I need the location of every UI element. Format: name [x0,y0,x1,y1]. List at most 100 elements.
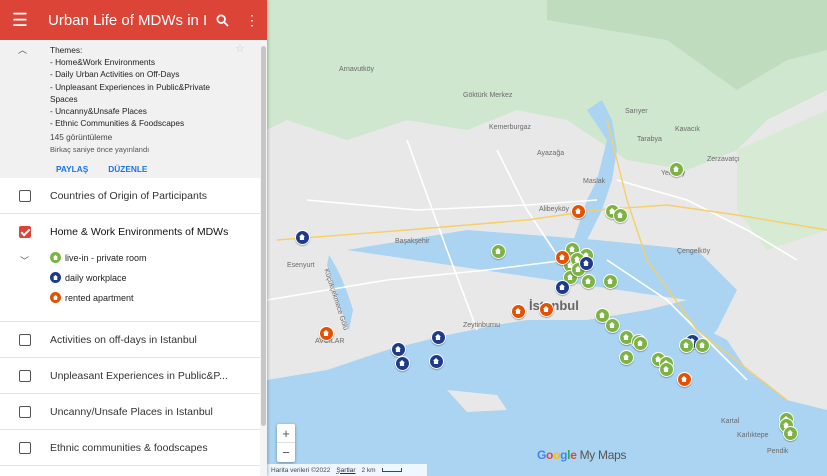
attribution: Harita verileri ©2022 [271,466,331,474]
place-label: İstanbul [529,298,579,313]
place-label: Çengelköy [677,248,711,255]
layer-countries-of-origin[interactable]: Countries of Origin of Participants [0,178,267,214]
map-marker-home-icon[interactable] [603,274,618,289]
description-line: - Daily Urban Activities on Off-Days [50,69,180,80]
map-marker-home-icon[interactable] [539,302,554,317]
map-marker-home-icon[interactable] [613,208,628,223]
map-marker-home-icon[interactable] [555,280,570,295]
place-label: Esenyurt [287,262,315,269]
legend-item-rented-apartment[interactable]: rented apartment [50,292,134,303]
place-label: Zerzavatçı [707,156,740,163]
place-label: Kartal [721,418,740,425]
map-marker-home-icon[interactable] [429,354,444,369]
map-marker-home-icon[interactable] [395,356,410,371]
app-root: ☰ Urban Life of MDWs in Ist... ⋮ ︿ ☆ The… [0,0,827,476]
description-actions: PAYLAŞ DÜZENLE [50,163,267,175]
expand-chevron-icon[interactable]: ﹀ [20,254,29,267]
layer-ethnic-communities[interactable]: Ethnic communities & foodscapes [0,430,267,466]
description-line: - Uncanny&Unsafe Places [50,106,147,117]
place-label: Tarabya [637,136,662,143]
home-icon [50,272,61,283]
sidebar-panel: ☰ Urban Life of MDWs in Ist... ⋮ ︿ ☆ The… [0,0,267,476]
zoom-control: + − [277,424,295,462]
zoom-in-button[interactable]: + [277,424,295,443]
map-marker-home-icon[interactable] [695,338,710,353]
description-line: Spaces [50,93,78,104]
map-marker-home-icon[interactable] [581,274,596,289]
place-label: Alibeyköy [539,206,569,213]
legend-label: rented apartment [65,292,134,303]
place-label: Kavacık [675,126,700,133]
map-marker-home-icon[interactable] [679,338,694,353]
layer-checkbox[interactable] [19,189,31,202]
map-marker-home-icon[interactable] [571,204,586,219]
map-marker-home-icon[interactable] [605,318,620,333]
search-icon[interactable] [207,0,237,40]
map-marker-home-icon[interactable] [511,304,526,319]
home-icon [50,252,61,263]
layer-checkbox[interactable] [19,441,31,454]
map-marker-home-icon[interactable] [619,350,634,365]
description-line: - Ethnic Communities & Foodscapes [50,118,185,129]
view-count: 145 görüntüleme [50,132,113,143]
map-marker-home-icon[interactable] [633,336,648,351]
scale-label: 2 km [361,466,376,474]
layer-label: Activities on off-days in Istanbul [50,333,197,346]
menu-icon[interactable]: ☰ [0,0,40,40]
place-label: Sarıyer [625,108,648,115]
map-marker-home-icon[interactable] [391,342,406,357]
map-marker-home-icon[interactable] [669,162,684,177]
map-marker-home-icon[interactable] [677,372,692,387]
place-label: Kemerburgaz [489,124,532,131]
layer-unpleasant-experiences[interactable]: Unpleasant Experiences in Public&P... [0,358,267,394]
map-marker-home-icon[interactable] [431,330,446,345]
map-marker-home-icon[interactable] [579,256,594,271]
edit-button[interactable]: DÜZENLE [108,163,147,175]
google-my-maps-logo: Google My Maps [537,448,627,462]
layer-label: Countries of Origin of Participants [50,189,207,202]
layer-checkbox-checked[interactable] [19,226,31,238]
map-marker-home-icon[interactable] [319,326,334,341]
layer-activities-off-days[interactable]: Activities on off-days in Istanbul [0,322,267,358]
terms-link[interactable]: Şartlar [336,467,355,474]
place-label: Ayazağa [537,150,565,157]
sidebar-content: ︿ ☆ Themes: - Home&Work Environments - Dai… [0,40,267,476]
collapse-chevron-icon[interactable]: ︿ [18,44,27,56]
place-label: Pendik [767,448,789,455]
layer-checkbox[interactable] [19,333,31,346]
layer-checkbox[interactable] [19,405,31,418]
zoom-out-button[interactable]: − [277,443,295,462]
star-icon[interactable]: ☆ [235,43,245,55]
map-description: ︿ ☆ Themes: - Home&Work Environments - Dai… [0,40,267,178]
legend-item-live-in[interactable]: live-in - private room [50,252,147,263]
legend-label: live-in - private room [65,252,147,263]
more-vert-icon[interactable]: ⋮ [237,0,267,40]
header-bar: ☰ Urban Life of MDWs in Ist... ⋮ [0,0,267,40]
map-canvas[interactable]: Sarıyer Arnavutköy Göktürk Merkez Kemerb… [267,0,827,476]
place-label: Zeytinburnu [463,322,500,329]
place-label: Başakşehir [395,238,430,245]
map-marker-home-icon[interactable] [555,250,570,265]
layer-checkbox[interactable] [19,369,31,382]
description-line: - Unpleasant Experiences in Public&Priva… [50,81,211,92]
layer-uncanny-unsafe-places[interactable]: Uncanny/Unsafe Places in Istanbul [0,394,267,430]
map-marker-home-icon[interactable] [783,426,798,441]
map-marker-home-icon[interactable] [659,362,674,377]
scale-bar [381,468,402,472]
map-marker-home-icon[interactable] [295,230,310,245]
layer-label: Unpleasant Experiences in Public&P... [50,369,228,382]
brand-suffix: My Maps [579,448,627,462]
map-title: Urban Life of MDWs in Ist... [48,11,207,29]
place-label: Göktürk Merkez [463,92,513,99]
home-icon [50,292,61,303]
place-label: Karlıktepe [737,432,769,439]
scrollbar-thumb[interactable] [261,46,266,426]
share-button[interactable]: PAYLAŞ [56,163,88,175]
map-marker-home-icon[interactable] [491,244,506,259]
layer-label: Ethnic communities & foodscapes [50,441,208,454]
layer-home-work-environments[interactable]: Home & Work Environments of MDWs ﹀ live-… [0,214,267,322]
layer-label: Uncanny/Unsafe Places in Istanbul [50,405,213,418]
place-label: Arnavutköy [339,66,375,73]
legend-item-daily-workplace[interactable]: daily workplace [50,272,127,283]
layer-label: Home & Work Environments of MDWs [50,226,229,238]
